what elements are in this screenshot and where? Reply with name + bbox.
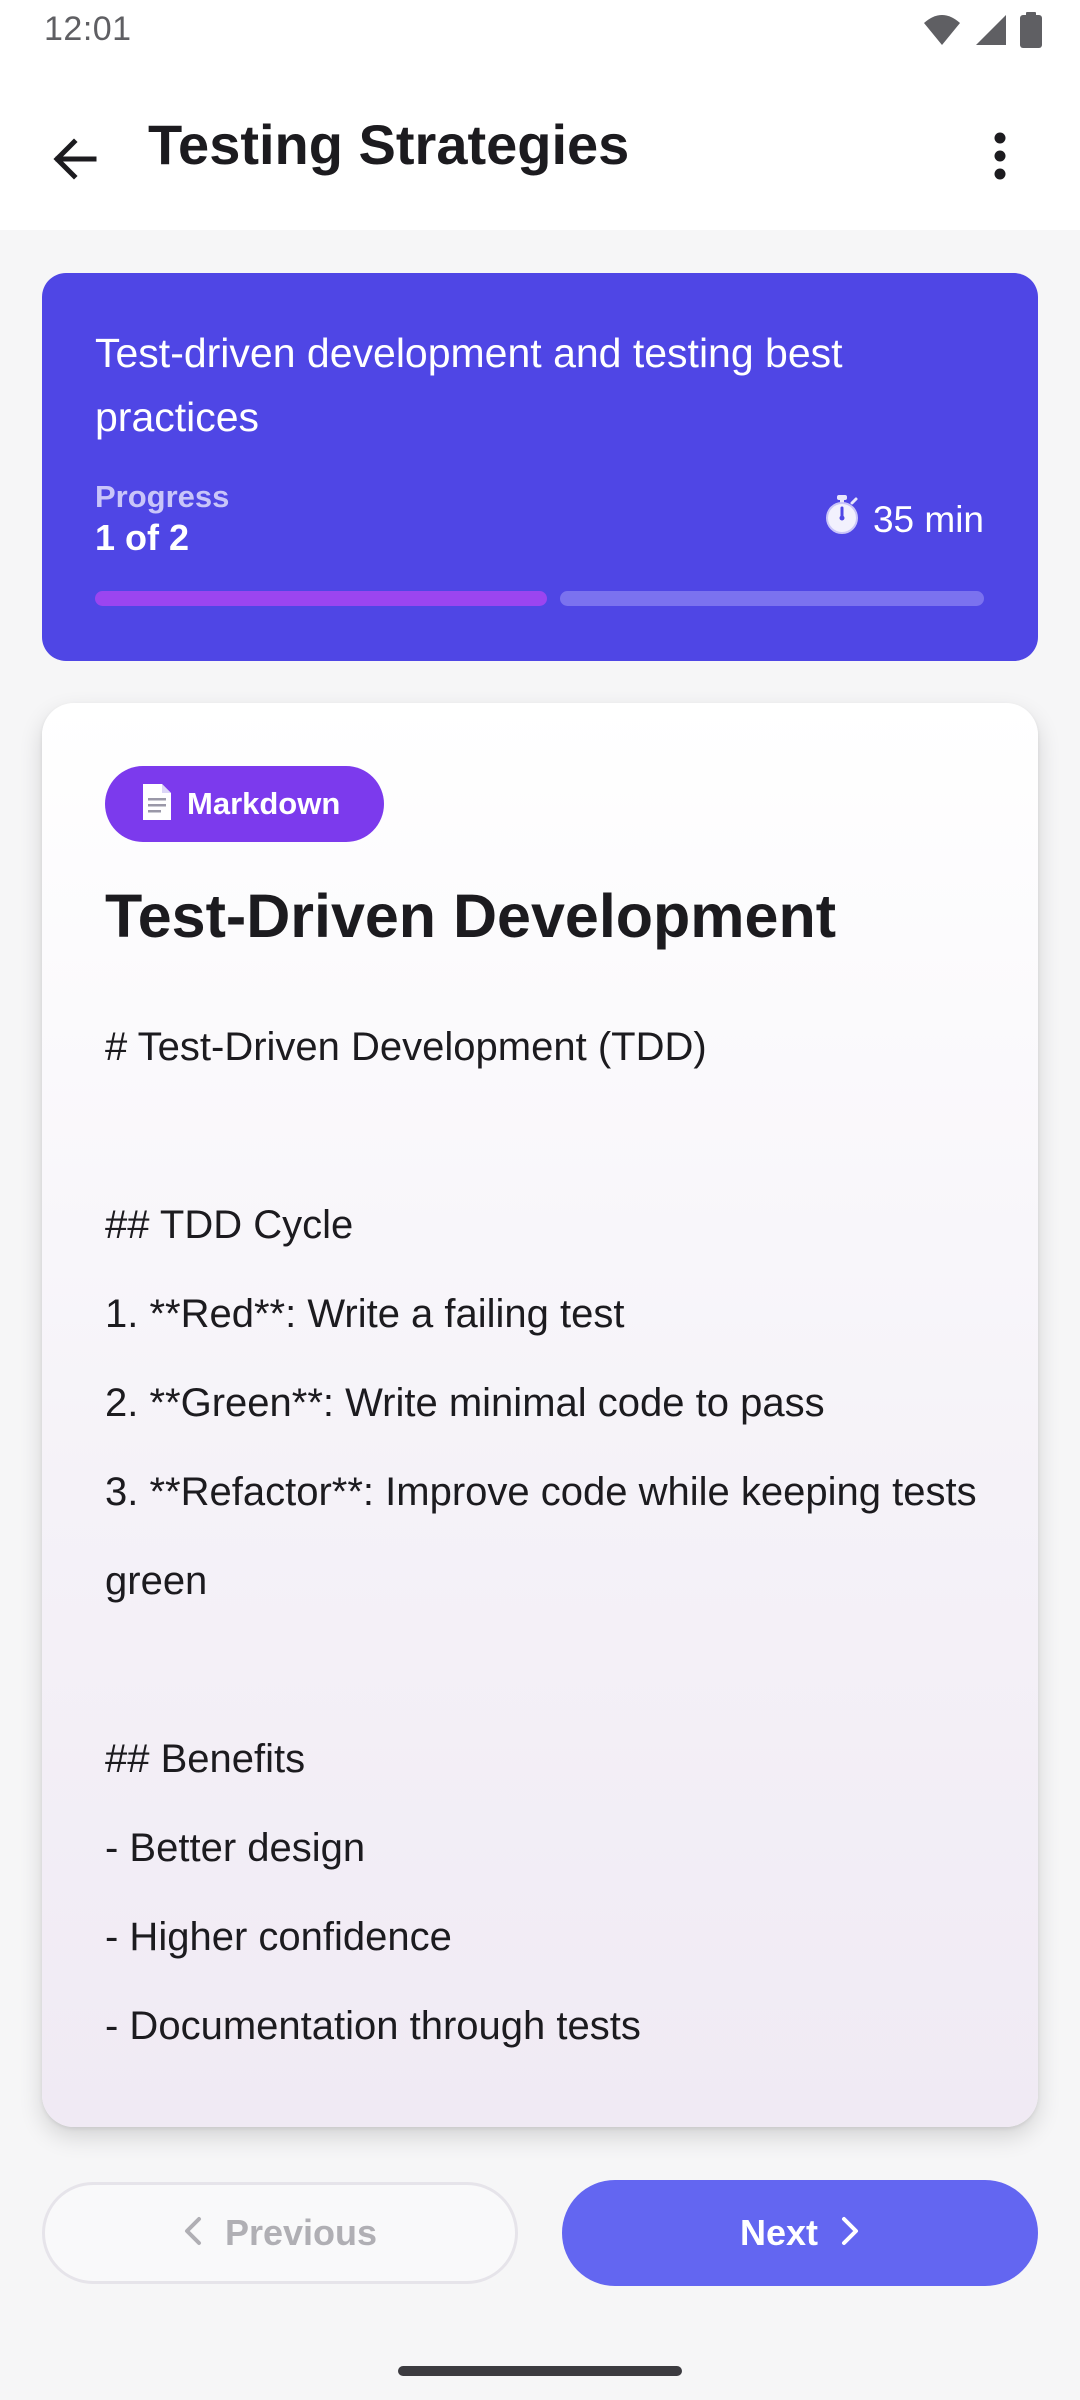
body-line: - Better design [105, 1826, 366, 1870]
wifi-icon [922, 13, 962, 52]
chevron-right-icon [840, 2215, 860, 2252]
body-line: 2. **Green**: Write minimal code to pass [105, 1381, 825, 1425]
status-icons [922, 12, 1042, 53]
status-bar: 12:01 [0, 0, 1080, 62]
battery-icon [1020, 12, 1042, 53]
lesson-card: Markdown Test-Driven Development # Test-… [42, 703, 1038, 2127]
progress-label: Progress [95, 479, 230, 514]
body-line: # Test-Driven Development (TDD) [105, 1025, 707, 1069]
chevron-left-icon [183, 2215, 203, 2252]
body-line: ## Benefits [105, 1737, 306, 1781]
duration: 35 min [823, 495, 984, 544]
body-line: ## TDD Cycle [105, 1203, 354, 1247]
app-bar: Testing Strategies [0, 62, 1080, 230]
body-line: - Documentation through tests [105, 2004, 641, 2048]
body-line: - Higher confidence [105, 1915, 452, 1959]
body-line: 1. **Red**: Write a failing test [105, 1292, 625, 1336]
content-type-chip: Markdown [105, 766, 385, 842]
lesson-description: Test-driven development and testing best… [95, 330, 843, 440]
status-time: 12:01 [44, 10, 132, 48]
body-line [105, 1626, 985, 1715]
previous-button-label: Previous [224, 2212, 378, 2253]
page-title: Testing Strategies [148, 113, 630, 176]
more-options-button[interactable] [960, 118, 1040, 198]
lesson-title: Test-Driven Development [105, 882, 837, 950]
home-indicator[interactable] [398, 2366, 682, 2376]
lesson-body: # Test-Driven Development (TDD) ## TDD C… [105, 1003, 985, 2071]
next-button[interactable]: Next [562, 2180, 1038, 2286]
cell-signal-icon [974, 13, 1008, 52]
document-icon [141, 782, 173, 827]
arrow-back-icon [50, 134, 100, 189]
content-type-label: Markdown [187, 786, 341, 821]
previous-button[interactable]: Previous [42, 2182, 518, 2284]
progress-count: 1 of 2 [95, 517, 190, 558]
progress-segment-2 [560, 591, 984, 606]
progress-segment-1 [95, 591, 547, 606]
stopwatch-icon [823, 495, 861, 544]
more-vert-icon [992, 132, 1008, 185]
body-line [105, 1092, 985, 1181]
next-button-label: Next [739, 2212, 819, 2253]
progress-card: Test-driven development and testing best… [42, 273, 1038, 661]
duration-label: 35 min [872, 498, 984, 540]
body-line: 3. **Refactor**: Improve code while keep… [105, 1470, 988, 1603]
back-button[interactable] [30, 116, 120, 206]
